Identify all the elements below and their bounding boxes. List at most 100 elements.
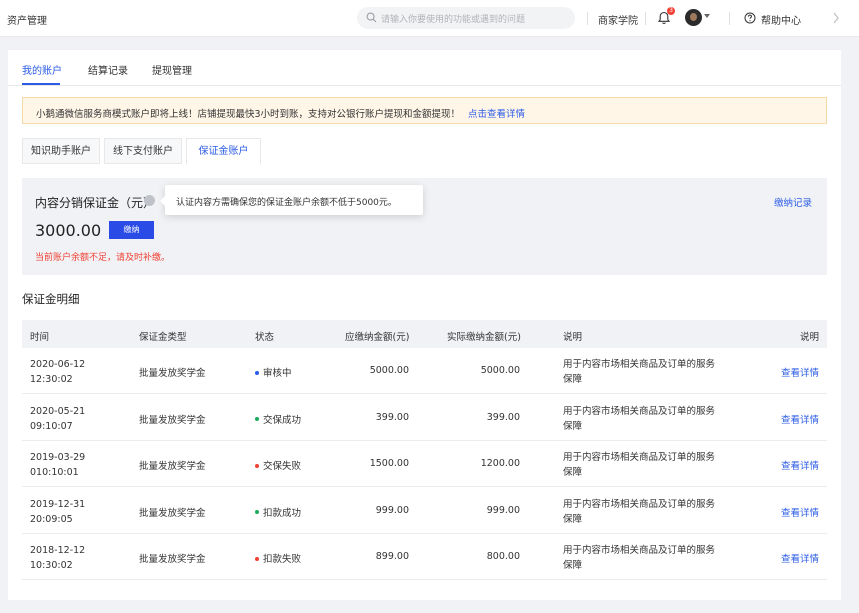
table-row: 2020-06-12 12:30:02 批量发放奖学金 审核中 5000.00 5000.… — [22, 348, 827, 394]
table-header: 时间 保证金类型 状态 应缴纳金额(元) 实际缴纳金额(元) 说明 说明 — [22, 320, 827, 348]
chevron-down-icon[interactable] — [704, 14, 710, 18]
row-paid-amount: 800.00 — [486, 551, 520, 562]
row-status: 交保成功 — [255, 412, 301, 426]
status-dot — [255, 417, 259, 421]
row-time: 2020-05-21 09:10:07 — [30, 404, 85, 434]
status-dot — [255, 463, 259, 468]
row-type: 批量发放奖学金 — [139, 554, 206, 565]
page-bottom — [0, 600, 859, 613]
row-type: 批量发放奖学金 — [139, 414, 206, 426]
row-time: 2019-03-29 010:10:01 — [30, 450, 85, 480]
column-header: 时间 — [30, 332, 50, 343]
row-clock: 010:10:01 — [30, 467, 79, 478]
status-dot — [255, 370, 259, 375]
tab-withdrawal-management[interactable]: 提现管理 — [152, 62, 192, 77]
deposit-title: 内容分销保证金（元） — [35, 196, 156, 210]
view-details-link[interactable]: 查看详情 — [781, 412, 819, 426]
row-due-amount: 1500.00 — [369, 458, 409, 469]
row-date: 2019-12-31 — [30, 498, 86, 510]
tab-settlement-records[interactable]: 结算记录 — [88, 62, 128, 77]
view-details-link[interactable]: 查看详情 — [781, 505, 819, 519]
row-time: 2020-06-12 12:30:02 — [30, 357, 85, 387]
row-date: 2019-03-29 — [30, 452, 86, 463]
row-paid-amount: 5000.00 — [480, 365, 520, 376]
merchant-academy-link[interactable]: 商家学院 — [598, 12, 638, 27]
row-clock: 09:10:07 — [30, 420, 73, 432]
payment-records-link[interactable]: 缴纳记录 — [774, 195, 812, 209]
active-tab-indicator — [22, 83, 60, 85]
top-bar: 资产管理 请输入你要使用的功能或遇到的问题 商家学院 3 帮助中心 — [0, 0, 859, 37]
notification-badge: 3 — [667, 7, 675, 15]
status-label: 扣款失败 — [263, 554, 302, 565]
divider — [729, 12, 730, 25]
help-center-link[interactable]: 帮助中心 — [761, 12, 801, 27]
row-time: 2018-12-12 10:30:02 — [30, 543, 85, 573]
table-row: 2018-12-12 10:30:02 批量发放奖学金 扣款失败 899.00 800.0… — [22, 534, 827, 580]
deposit-tooltip: 认证内容方需确保您的保证金账户余额不低于5000元。 — [160, 185, 423, 215]
search-input[interactable]: 请输入你要使用的功能或遇到的问题 — [357, 7, 575, 29]
divider — [645, 12, 646, 25]
column-header: 状态 — [255, 332, 275, 343]
row-type: 批量发放奖学金 — [139, 368, 206, 379]
view-details-link[interactable]: 查看详情 — [781, 551, 819, 565]
search-icon — [366, 12, 377, 23]
tooltip-text: 认证内容方需确保您的保证金账户余额不低于5000元。 — [176, 198, 397, 208]
status-dot — [255, 556, 259, 561]
row-due-amount: 399.00 — [375, 411, 409, 423]
row-description: 用于内容市场相关商品及订单的服务保障 — [563, 452, 716, 478]
section-title: 保证金明细 — [22, 292, 80, 306]
status-label: 交保失败 — [263, 461, 302, 472]
row-paid-amount: 399.00 — [486, 411, 520, 423]
row-due-amount: 999.00 — [375, 504, 409, 516]
deposit-summary: 内容分销保证金（元） 认证内容方需确保您的保证金账户余额不低于5000元。 30… — [22, 178, 827, 275]
column-header: 应缴纳金额(元) — [345, 332, 410, 343]
subtab-knowledge-assistant[interactable]: 知识助手账户 — [22, 138, 100, 164]
subtab-offline-payment[interactable]: 线下支付账户 — [104, 138, 182, 164]
row-date: 2020-06-12 — [30, 359, 86, 370]
row-status: 扣款失败 — [255, 551, 301, 565]
row-type: 批量发放奖学金 — [139, 507, 206, 519]
row-clock: 10:30:02 — [30, 560, 73, 571]
pay-button[interactable]: 缴纳 — [109, 221, 154, 239]
status-label: 审核中 — [263, 368, 292, 379]
row-clock: 20:09:05 — [30, 513, 73, 525]
page-title: 资产管理 — [7, 16, 47, 27]
row-description: 用于内容市场相关商品及订单的服务保障 — [563, 359, 716, 385]
balance-warning: 当前账户余额不足，请及时补缴。 — [35, 253, 171, 263]
deposit-amount: 3000.00 — [35, 221, 102, 240]
row-paid-amount: 1200.00 — [480, 458, 520, 469]
row-time: 2019-12-31 20:09:05 — [30, 497, 85, 527]
avatar[interactable] — [685, 9, 702, 26]
main-card: 我的账户 结算记录 提现管理 小鹅通微信服务商模式账户即将上线！店铺提现最快3小… — [8, 50, 841, 613]
info-icon[interactable] — [144, 195, 155, 206]
search-placeholder: 请输入你要使用的功能或遇到的问题 — [381, 15, 526, 25]
row-due-amount: 5000.00 — [369, 365, 409, 376]
row-status: 审核中 — [255, 365, 292, 379]
view-details-link[interactable]: 查看详情 — [781, 365, 819, 379]
table-row: 2019-03-29 010:10:01 批量发放奖学金 交保失败 1500.00 120… — [22, 441, 827, 487]
status-label: 交保成功 — [263, 414, 302, 426]
row-due-amount: 899.00 — [375, 551, 409, 562]
table-row: 2020-05-21 09:10:07 批量发放奖学金 交保成功 399.00 399.0… — [22, 395, 827, 441]
row-description: 用于内容市场相关商品及订单的服务保障 — [563, 405, 716, 432]
row-status: 扣款成功 — [255, 505, 301, 519]
status-dot — [255, 510, 259, 514]
row-description: 用于内容市场相关商品及订单的服务保障 — [563, 498, 716, 525]
chevron-right-icon[interactable] — [832, 11, 840, 25]
view-details-link[interactable]: 查看详情 — [781, 458, 819, 472]
status-label: 扣款成功 — [263, 507, 302, 519]
row-paid-amount: 999.00 — [486, 504, 520, 516]
help-icon[interactable] — [744, 12, 756, 24]
row-clock: 12:30:02 — [30, 374, 73, 385]
column-header: 说明 — [799, 332, 819, 343]
notice-details-link[interactable]: 点击查看详情 — [468, 106, 525, 120]
tab-my-account[interactable]: 我的账户 — [22, 62, 62, 77]
notice-text: 小鹅通微信服务商模式账户即将上线！店铺提现最快3小时到账，支持对公银行账户提现和… — [36, 109, 461, 120]
row-date: 2018-12-12 — [30, 545, 86, 556]
column-header: 说明 — [563, 332, 583, 343]
notice-banner: 小鹅通微信服务商模式账户即将上线！店铺提现最快3小时到账，支持对公银行账户提现和… — [22, 97, 827, 124]
subtab-deposit-account[interactable]: 保证金账户 — [186, 138, 261, 165]
row-status: 交保失败 — [255, 458, 301, 472]
row-date: 2020-05-21 — [30, 405, 86, 417]
column-header: 实际缴纳金额(元) — [447, 332, 521, 343]
